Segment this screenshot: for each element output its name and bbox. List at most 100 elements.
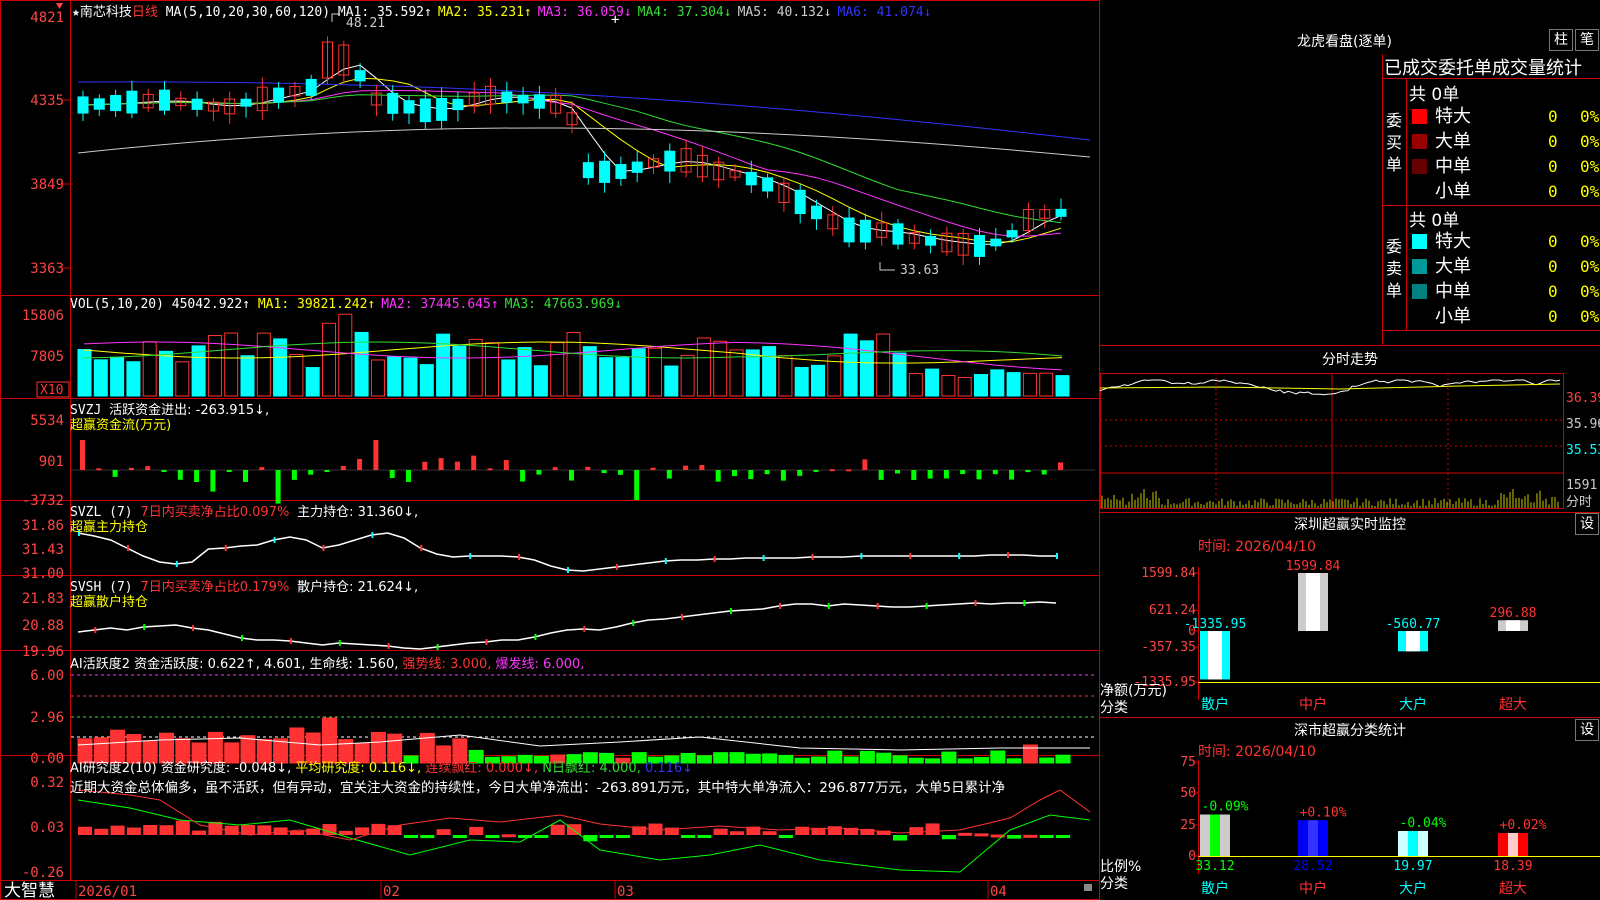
tab-traded[interactable]: 已成交 [1384,58,1438,79]
ai1-bar [1039,757,1055,764]
monitor-bar-highlight [1208,631,1222,680]
candle-body [843,217,855,243]
svzj-tick: 901 [39,454,64,470]
svzj-bar [764,470,770,475]
volume-bar [696,337,711,397]
svzj-title: 超赢资金流(万元) [70,418,172,433]
svzj-bar [128,467,134,470]
vol-value: 45042.922↑ [171,297,251,312]
monitor-settings-button[interactable]: 设 [1575,513,1599,535]
ratio-chart: 7550250-0.09%33.12散户+0.10%28.52中户-0.04%1… [1180,755,1546,897]
svsh-tick [974,600,977,606]
ai2-bar [550,824,565,835]
candle-body [582,162,594,179]
svzj-bar [422,461,428,470]
longhu-tabs[interactable]: 已成交委托单成交量统计 [1384,54,1600,80]
svzj-bar [552,467,558,470]
svzl-tick [518,554,521,560]
dropdown-marker-icon[interactable] [56,3,63,9]
candle-body [159,89,170,111]
candle-body [403,100,415,114]
volume-bar [126,361,141,397]
svzj-bar [80,440,85,470]
ratio-category: 中户 [1299,880,1327,897]
svsh-tick [485,639,488,645]
ratio-ytick: 75 [1180,755,1196,770]
volume-bar [794,367,809,397]
svzj-bar [389,470,395,478]
svsh-tick [338,640,341,646]
stock-name[interactable]: 南芯科技 [80,5,132,20]
svzj-bar [569,470,574,481]
ai2-bar [534,835,549,838]
candle-body [794,189,806,215]
column-toggle-button[interactable]: 柱 [1549,29,1573,51]
lock-icon[interactable] [1084,884,1092,891]
star-icon[interactable]: ★ [72,5,80,20]
ai2-bar [469,826,484,835]
volume-bar [876,333,891,397]
svzj-bar [960,470,966,475]
svzl-title: 超赢主力持仓 [70,520,149,535]
svzl-tick: 31.00 [22,566,64,582]
ai1-bar [925,758,941,764]
intraday-tick: 35.96 [1566,417,1600,432]
monitor-category: 中户 [1299,696,1327,713]
volume-bar [925,368,940,397]
volume-bar [843,333,858,397]
ai2-bar [599,835,614,838]
ai1-strong: 强势线: 3.000, [402,657,492,672]
volume-bar [941,375,956,397]
svzl-line [77,530,1058,573]
svzj-bar [927,470,933,479]
ai2-bar [762,831,777,835]
candle-body [517,94,529,104]
svzj-bar [520,470,526,482]
volume-ma-lines [83,341,1063,371]
brand-logo: 大智慧 [4,881,55,900]
volume-bar [908,373,923,397]
ai2-bar [778,835,793,838]
ratio-settings-button[interactable]: 设 [1575,719,1599,741]
candle-body [925,235,937,246]
period-label[interactable]: 日线 [132,5,158,20]
volume-bar [207,335,222,397]
ai2-bar [730,831,744,835]
volume-bar [322,322,336,397]
candle-body [110,95,122,112]
volume-bar [485,342,499,397]
ai2-bar [615,835,630,838]
tab-orders[interactable]: 委托单 [1438,58,1492,79]
order-swatch [1412,284,1427,299]
svzj-bar [112,470,118,477]
sell-orders-label: 委卖单 [1386,237,1403,300]
svzj-bar [161,470,167,472]
ai2-bar [925,823,940,835]
tab-volume-stats[interactable]: 成交量统计 [1492,58,1582,79]
ratio-bar-highlight [1308,820,1318,856]
svsh-tick [778,603,781,609]
longhu.sell_rows-count: 0 [1548,232,1558,251]
ratio-change-label: +0.10% [1300,805,1347,820]
vol-label: VOL(5,10,20) [70,297,164,312]
intraday-title: 分时走势 [1322,352,1378,368]
candle-body [1006,230,1018,238]
candle-body [1055,208,1067,217]
ai2-bar [1007,835,1022,839]
ai2-bar [713,828,728,835]
ai1-tick: 2.96 [30,710,64,726]
ratio-category: 散户 [1201,880,1229,897]
ai2-bar [159,825,174,835]
svzj-bar [324,470,330,472]
svsh-tick [681,614,684,620]
candle-body [859,219,871,243]
svzj-bar [650,467,656,470]
svzj-bar [259,467,265,470]
longhu.buy_rows-pct: 0% [1580,157,1600,176]
svzj-bar [291,470,297,480]
svsh-tick: 21.83 [22,591,64,607]
tick-toggle-button[interactable]: 笔 [1575,29,1599,51]
svsh-tick [192,625,195,631]
ai1-bar [908,757,924,764]
candle-body [93,98,105,110]
